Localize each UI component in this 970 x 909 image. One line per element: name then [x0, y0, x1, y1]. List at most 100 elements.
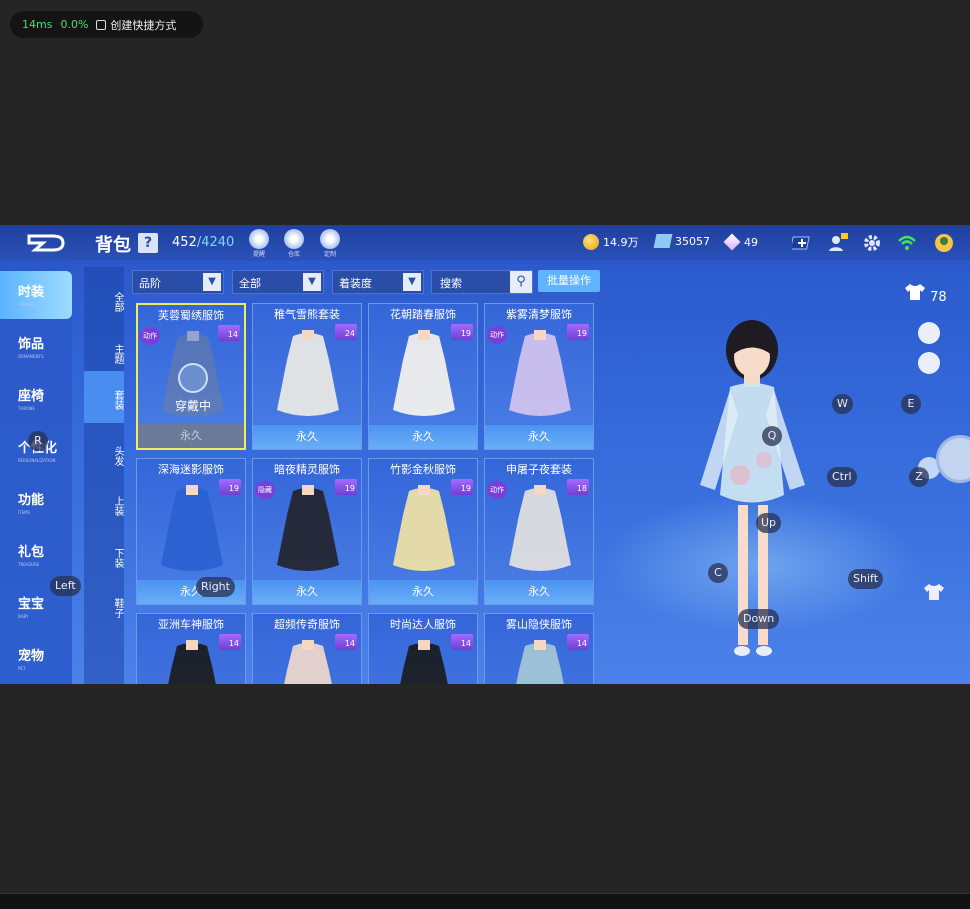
- customize-label: 定制: [323, 251, 336, 258]
- outfit-name: 时尚达人服饰: [390, 618, 456, 631]
- batch-operation-button[interactable]: 批量操作: [538, 270, 600, 292]
- remind-label: 提醒: [252, 251, 265, 258]
- nav-items-sub: ITEMS: [18, 510, 31, 515]
- outfit-score-value: 78: [930, 290, 947, 305]
- scope-select[interactable]: 全部 ▼: [232, 270, 324, 294]
- outfit-card[interactable]: 雾山隐侠服饰 14: [484, 613, 594, 684]
- outfit-grid: 芙蓉蜀绣服饰 14 动作 穿戴中 永久 稚气雪熊套装 24 永久 花朝踏春服饰 19 永久 紫雾清梦服…: [136, 303, 598, 684]
- page-title: 背包: [95, 235, 131, 256]
- action-tag: 动作: [140, 327, 160, 345]
- loss-text: 0.0%: [60, 18, 89, 31]
- tab-tops[interactable]: 上装: [84, 477, 124, 529]
- outfit-card[interactable]: 花朝踏春服饰 19 永久: [368, 303, 478, 450]
- search-icon[interactable]: ⚲: [510, 271, 532, 293]
- remind-button[interactable]: 提醒: [247, 229, 271, 258]
- duration-label: 永久: [369, 425, 477, 449]
- nav-ornaments[interactable]: 饰品 ORNAMENTS: [0, 323, 72, 371]
- outfit-name: 紫雾清梦服饰: [506, 308, 572, 321]
- nav-ornaments-sub: ORNAMENTS: [18, 354, 44, 359]
- taskbar: [0, 893, 970, 909]
- level-badge: 14: [335, 634, 357, 650]
- level-badge: 19: [335, 479, 357, 495]
- nav-items[interactable]: 功能 ITEMS: [0, 479, 72, 527]
- rotate-joystick[interactable]: [936, 435, 970, 483]
- warehouse-label: 仓库: [287, 251, 300, 258]
- shortcut-icon: [96, 19, 107, 30]
- game-viewport: 背包 ? 452/4240 提醒 仓库 定制 14.9万 35057 49 时装…: [0, 225, 970, 684]
- settings-gear-icon[interactable]: [862, 233, 882, 253]
- action-tag: 动作: [487, 326, 507, 344]
- perf-overlay: 14ms 0.0% 创建快捷方式: [10, 11, 203, 38]
- outfit-name: 深海迷影服饰: [158, 463, 224, 476]
- outfit-preview: [393, 330, 455, 416]
- outfit-card[interactable]: 时尚达人服饰 14: [368, 613, 478, 684]
- tab-suits[interactable]: 套装: [84, 371, 124, 423]
- sort-select[interactable]: 着装度 ▼: [332, 270, 424, 294]
- outfit-card[interactable]: 申屠子夜套装 18 动作 永久: [484, 458, 594, 605]
- wearing-status: 穿戴中: [174, 399, 211, 413]
- key-shift: Shift: [848, 569, 884, 589]
- customize-button[interactable]: 定制: [318, 229, 342, 258]
- key-c: C: [708, 563, 728, 583]
- key-r: R: [28, 431, 48, 451]
- outfit-preview: [400, 640, 448, 684]
- key-down: Down: [738, 609, 780, 629]
- search-input[interactable]: 搜索 ⚲: [431, 270, 533, 294]
- level-badge: 19: [451, 324, 473, 340]
- friends-icon[interactable]: [828, 233, 848, 253]
- help-button[interactable]: ?: [138, 233, 158, 253]
- outfit-card[interactable]: 亚洲车神服饰 14: [136, 613, 246, 684]
- tab-bottoms[interactable]: 下装: [84, 529, 124, 581]
- shirt-icon: [905, 284, 925, 300]
- outfit-preview: [509, 330, 571, 416]
- nav-apparel[interactable]: 时装 APPAREL: [0, 271, 72, 319]
- camera-toggle-icon[interactable]: [918, 322, 940, 344]
- outfit-card[interactable]: 竹影金秋服饰 19 永久: [368, 458, 478, 605]
- wardrobe-shirt-icon[interactable]: [923, 582, 945, 604]
- duration-label: 永久: [253, 580, 361, 604]
- nav-personalization-sub: PERSONALIZATION: [18, 458, 56, 463]
- level-badge: 18: [567, 479, 589, 495]
- music-note-icon[interactable]: [918, 352, 940, 374]
- nav-throne-sub: THRONE: [18, 406, 35, 411]
- add-icon[interactable]: [792, 233, 812, 253]
- quality-label: 品阶: [139, 277, 161, 290]
- gem-balance: 49: [723, 233, 758, 251]
- quality-select[interactable]: 品阶 ▼: [132, 270, 224, 294]
- key-q: Q: [762, 426, 782, 446]
- nav-items-label: 功能: [18, 493, 45, 508]
- back-logo-icon[interactable]: [25, 232, 65, 254]
- tab-all[interactable]: 全部: [84, 273, 124, 325]
- shortcut-button[interactable]: 创建快捷方式: [96, 17, 176, 33]
- level-badge: 14: [218, 325, 240, 341]
- nav-pet-sub: PET: [18, 666, 26, 671]
- nav-throne[interactable]: 座椅 THRONE: [0, 375, 72, 423]
- level-badge: 14: [219, 634, 241, 650]
- outfit-name: 竹影金秋服饰: [390, 463, 456, 476]
- action-tag: 动作: [487, 481, 507, 499]
- wifi-icon: [898, 235, 916, 250]
- nav-pet[interactable]: 宠物 PET: [0, 635, 72, 683]
- avatar-icon[interactable]: [934, 233, 954, 253]
- outfit-preview: [277, 485, 339, 571]
- outfit-card[interactable]: 芙蓉蜀绣服饰 14 动作 穿戴中 永久: [136, 303, 246, 450]
- key-ctrl: Ctrl: [827, 467, 857, 487]
- tab-theme[interactable]: 主题: [84, 325, 124, 377]
- ticket-balance: 35057: [653, 234, 710, 248]
- outfit-card[interactable]: 紫雾清梦服饰 19 动作 永久: [484, 303, 594, 450]
- outfit-name: 亚洲车神服饰: [158, 618, 224, 631]
- nav-apparel-sub: APPAREL: [18, 302, 36, 307]
- level-badge: 19: [219, 479, 241, 495]
- level-badge: 14: [567, 634, 589, 650]
- outfit-card[interactable]: 稚气雪熊套装 24 永久: [252, 303, 362, 450]
- duration-label: 永久: [485, 580, 593, 604]
- level-badge: 19: [567, 324, 589, 340]
- category-sidebar: 时装APPAREL 饰品ORNAMENTS 座椅THRONE 个性化PERSON…: [0, 261, 72, 684]
- nav-treasure[interactable]: 礼包 TREASURE: [0, 531, 72, 579]
- warehouse-button[interactable]: 仓库: [282, 229, 306, 258]
- capacity-used: 452: [172, 235, 197, 250]
- tab-shoes[interactable]: 鞋子: [84, 579, 124, 631]
- outfit-card[interactable]: 暗夜精灵服饰 19 隐藏 永久: [252, 458, 362, 605]
- outfit-card[interactable]: 超频传奇服饰 14: [252, 613, 362, 684]
- tab-hair[interactable]: 头发: [84, 427, 124, 479]
